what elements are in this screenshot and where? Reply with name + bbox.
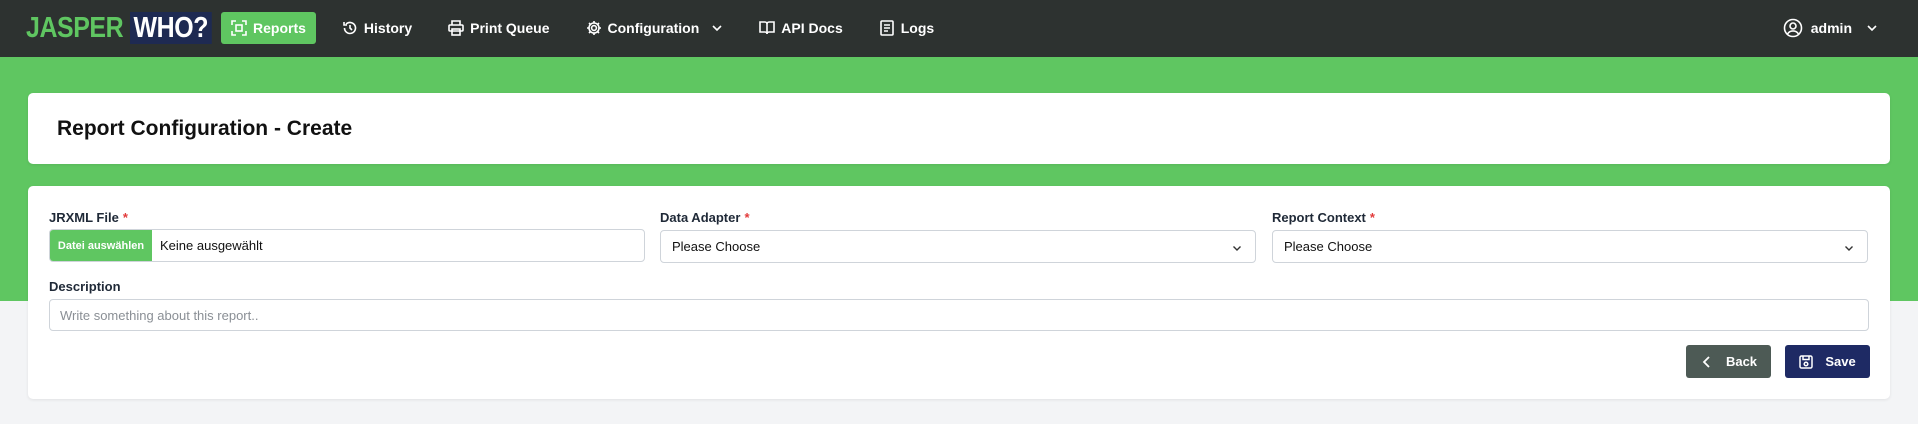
user-menu[interactable]: admin [1783,12,1878,44]
nav-item-print-queue[interactable]: Print Queue [438,12,559,44]
data-adapter-label-text: Data Adapter [660,210,741,225]
required-marker: * [744,210,750,225]
chevron-down-icon [1233,246,1241,251]
report-context-select[interactable]: Please Choose [1272,230,1868,263]
nav-item-logs[interactable]: Logs [869,12,944,44]
user-name: admin [1810,20,1852,36]
user-circle-icon [1783,18,1803,38]
nav-item-label: History [363,20,413,36]
main-nav: Reports History Print Queue Configuratio… [221,12,960,44]
back-button-label: Back [1725,354,1758,369]
nav-item-reports[interactable]: Reports [221,12,316,44]
page-title: Report Configuration - Create [57,117,353,140]
data-adapter-select[interactable]: Please Choose [660,230,1256,263]
top-navbar: JASPER WHO? Reports History Print Queue [0,0,1918,57]
choose-file-button[interactable]: Datei auswählen [50,230,152,261]
description-input[interactable] [49,299,1869,331]
jrxml-file-label-text: JRXML File [49,210,119,225]
page-header-card: Report Configuration - Create [28,93,1890,164]
logo-part-jasper: JASPER [26,11,124,44]
save-icon [1799,354,1814,369]
history-icon [343,21,357,35]
reports-icon [231,20,247,36]
save-button[interactable]: Save [1785,345,1870,378]
nav-item-api-docs[interactable]: API Docs [749,12,852,44]
nav-item-label: Reports [253,20,306,36]
save-button-label: Save [1825,354,1856,369]
data-adapter-value: Please Choose [672,239,761,254]
chevron-down-icon [712,25,722,32]
report-form-card: JRXML File * Datei auswählen Keine ausgew… [28,186,1890,399]
data-adapter-label: Data Adapter * [660,210,750,225]
description-label: Description [49,279,121,294]
chevron-down-icon [1867,25,1877,32]
book-icon [759,21,776,35]
jrxml-file-input[interactable]: Datei auswählen Keine ausgewählt [49,229,645,262]
report-context-label: Report Context * [1272,210,1375,225]
nav-item-label: Logs [900,20,935,36]
chevron-left-icon [1702,355,1710,368]
logs-icon [879,20,894,36]
nav-item-label: API Docs [781,20,843,36]
jrxml-file-label: JRXML File * [49,210,128,225]
report-context-label-text: Report Context [1272,210,1366,225]
nav-item-label: Configuration [607,20,700,36]
nav-item-configuration[interactable]: Configuration [576,12,734,44]
required-marker: * [1369,210,1375,225]
report-context-value: Please Choose [1284,239,1373,254]
nav-item-label: Print Queue [470,20,550,36]
nav-item-history[interactable]: History [332,12,422,44]
app-logo[interactable]: JASPER WHO? [26,11,212,45]
logo-part-who: WHO? [130,12,212,44]
required-marker: * [122,210,128,225]
back-button[interactable]: Back [1686,345,1771,378]
printer-icon [448,20,464,36]
chevron-down-icon [1845,246,1853,251]
file-status-text: Keine ausgewählt [160,238,263,253]
gear-icon [586,21,601,35]
